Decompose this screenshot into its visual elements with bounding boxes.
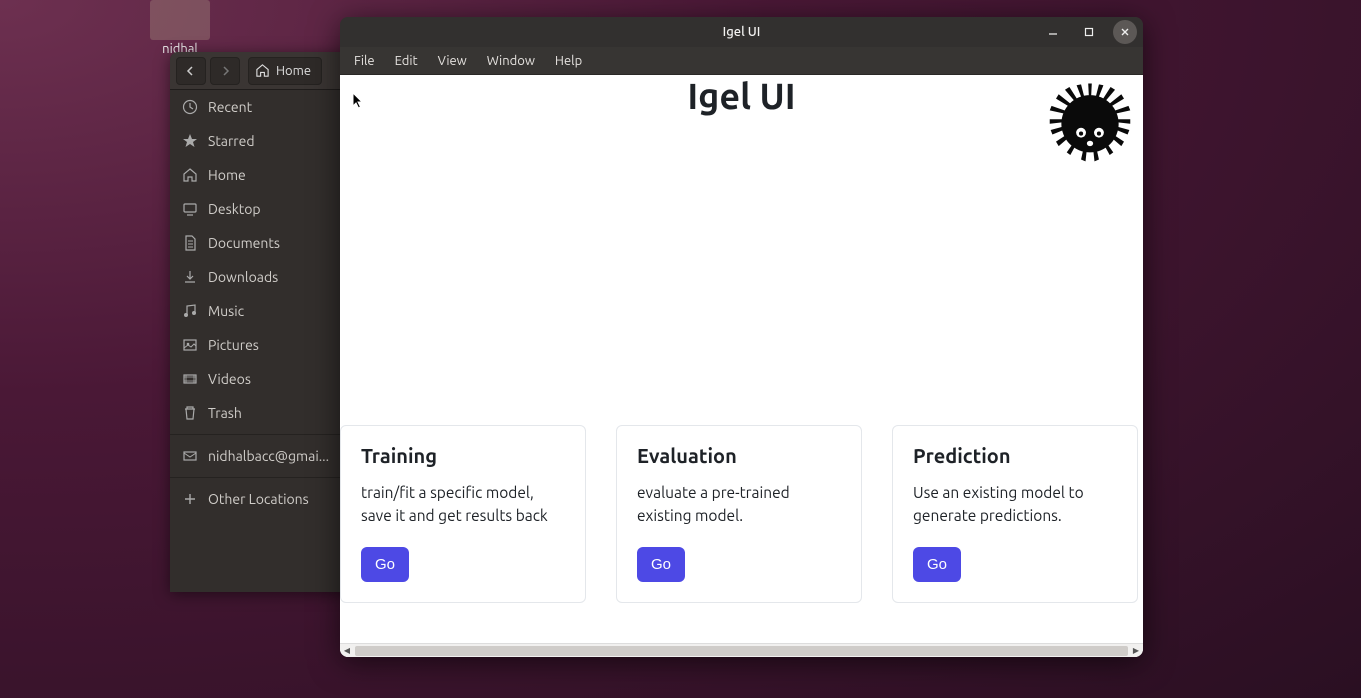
desktop-folder[interactable]: nidhal (130, 0, 230, 56)
scroll-track[interactable] (355, 646, 1128, 656)
go-button-training[interactable]: Go (361, 547, 409, 582)
card-title: Prediction (913, 444, 1117, 467)
breadcrumb-label: Home (276, 64, 311, 78)
igel-titlebar[interactable]: Igel UI (340, 17, 1143, 47)
sidebar-item-desktop[interactable]: Desktop (170, 192, 345, 226)
trash-icon (182, 405, 198, 421)
download-icon (182, 269, 198, 285)
minimize-button[interactable] (1041, 20, 1065, 44)
sidebar-label: Home (208, 167, 246, 183)
sidebar-item-downloads[interactable]: Downloads (170, 260, 345, 294)
sidebar-item-starred[interactable]: Starred (170, 124, 345, 158)
menubar: File Edit View Window Help (340, 47, 1143, 75)
sidebar-item-music[interactable]: Music (170, 294, 345, 328)
clock-icon (182, 99, 198, 115)
go-button-evaluation[interactable]: Go (637, 547, 685, 582)
window-title: Igel UI (723, 25, 761, 39)
files-sidebar: Recent Starred Home Desktop Documents Do… (170, 90, 346, 592)
menu-help[interactable]: Help (545, 50, 592, 72)
sidebar-item-pictures[interactable]: Pictures (170, 328, 345, 362)
sidebar-label: Desktop (208, 201, 261, 217)
sidebar-item-account[interactable]: nidhalbacc@gmai... (170, 439, 345, 473)
sidebar-label: Music (208, 303, 244, 319)
igel-window: Igel UI File Edit View Window Help Igel … (340, 17, 1143, 657)
sidebar-label: nidhalbacc@gmai... (208, 448, 329, 464)
sidebar-label: Recent (208, 99, 252, 115)
sidebar-item-recent[interactable]: Recent (170, 90, 345, 124)
menu-file[interactable]: File (344, 50, 385, 72)
home-icon (182, 167, 198, 183)
cards-row: Training train/fit a specific model, sav… (340, 425, 1143, 603)
document-icon (182, 235, 198, 251)
menu-window[interactable]: Window (477, 50, 545, 72)
mail-icon (182, 448, 198, 464)
folder-icon (150, 0, 210, 40)
plus-icon (182, 491, 198, 507)
hedgehog-logo-icon (1045, 79, 1135, 168)
card-title: Evaluation (637, 444, 841, 467)
sidebar-label: Trash (208, 405, 242, 421)
card-description: train/fit a specific model, save it and … (361, 481, 565, 529)
sidebar-item-documents[interactable]: Documents (170, 226, 345, 260)
card-description: Use an existing model to generate predic… (913, 481, 1117, 529)
star-icon (182, 133, 198, 149)
horizontal-scrollbar[interactable]: ◀ ▶ (340, 643, 1143, 657)
sidebar-label: Documents (208, 235, 280, 251)
sidebar-item-other-locations[interactable]: Other Locations (170, 482, 345, 516)
menu-view[interactable]: View (428, 50, 477, 72)
card-description: evaluate a pre-trained existing model. (637, 481, 841, 529)
sidebar-item-videos[interactable]: Videos (170, 362, 345, 396)
picture-icon (182, 337, 198, 353)
video-icon (182, 371, 198, 387)
scroll-left-icon[interactable]: ◀ (340, 644, 354, 658)
go-button-prediction[interactable]: Go (913, 547, 961, 582)
breadcrumb-home[interactable]: Home (248, 57, 322, 85)
nav-back-button[interactable] (176, 57, 206, 85)
sidebar-item-home[interactable]: Home (170, 158, 345, 192)
menu-edit[interactable]: Edit (385, 50, 428, 72)
card-title: Training (361, 444, 565, 467)
card-evaluation: Evaluation evaluate a pre-trained existi… (616, 425, 862, 603)
music-icon (182, 303, 198, 319)
card-training: Training train/fit a specific model, sav… (340, 425, 586, 603)
card-prediction: Prediction Use an existing model to gene… (892, 425, 1138, 603)
content-header: Igel UI (340, 75, 1143, 155)
igel-content: Igel UI Training train/fit a spe (340, 75, 1143, 657)
sidebar-label: Pictures (208, 337, 259, 353)
maximize-button[interactable] (1077, 20, 1101, 44)
cursor-icon (352, 92, 366, 114)
desktop-icon (182, 201, 198, 217)
scroll-right-icon[interactable]: ▶ (1129, 644, 1143, 658)
sidebar-item-trash[interactable]: Trash (170, 396, 345, 430)
sidebar-label: Downloads (208, 269, 278, 285)
sidebar-label: Other Locations (208, 491, 309, 507)
sidebar-label: Starred (208, 133, 255, 149)
window-controls (1041, 20, 1137, 44)
sidebar-label: Videos (208, 371, 251, 387)
page-heading: Igel UI (687, 75, 795, 116)
nav-forward-button[interactable] (210, 57, 240, 85)
close-button[interactable] (1113, 20, 1137, 44)
